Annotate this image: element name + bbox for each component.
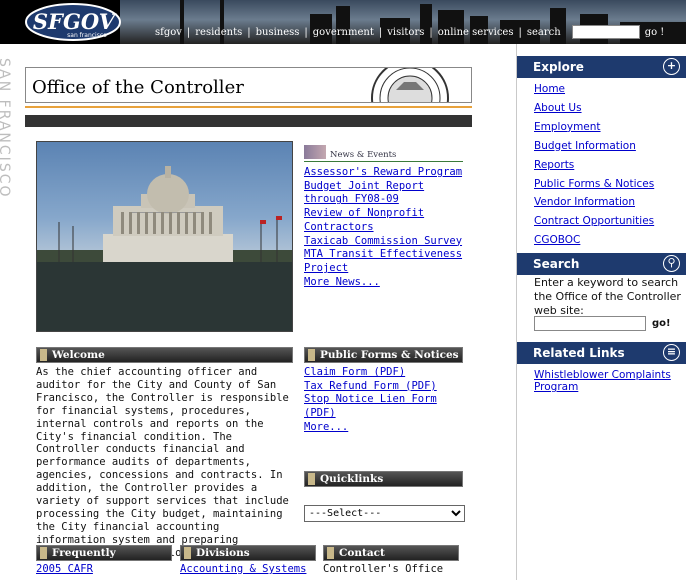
explore-link-employment[interactable]: Employment — [534, 118, 654, 137]
explore-link-cgoboc[interactable]: CGOBOC — [534, 231, 654, 250]
top-navigation: sfgov | residents | business | governmen… — [150, 24, 664, 40]
frequently-requested-heading: Frequently Requested — [36, 545, 172, 573]
division-link[interactable]: Accounting & Systems — [180, 563, 316, 577]
news-link[interactable]: Budget Joint Report through FY08-09 — [304, 180, 469, 207]
sidebar-search-input[interactable] — [534, 316, 646, 331]
page-header: Office of the Controller — [25, 67, 472, 103]
explore-link-budget-information[interactable]: Budget Information — [534, 137, 654, 156]
news-divider — [304, 161, 463, 162]
quicklinks-heading: Quicklinks — [304, 471, 463, 487]
nav-item-search[interactable]: search — [522, 27, 566, 38]
search-instructions: Enter a keyword to search the Office of … — [534, 276, 681, 317]
nav-item-residents[interactable]: residents — [190, 27, 247, 38]
top-go-button[interactable]: go ! — [645, 27, 665, 38]
explore-link-public-forms[interactable]: Public Forms & Notices — [534, 175, 654, 194]
san-francisco-vertical-text: SAN FRANCISCO — [0, 58, 12, 199]
search-heading: Search ⚲ — [517, 253, 686, 275]
frequently-requested-list: 2005 CAFR — [36, 563, 172, 577]
explore-list: Home About Us Employment Budget Informat… — [534, 80, 654, 250]
explore-link-about-us[interactable]: About Us — [534, 99, 654, 118]
nav-item-government[interactable]: government — [308, 27, 379, 38]
page-title: Office of the Controller — [32, 77, 244, 98]
news-link[interactable]: Review of Nonprofit Contractors — [304, 207, 469, 234]
news-header-image — [304, 145, 326, 159]
news-link[interactable]: Taxicab Commission Survey — [304, 235, 469, 249]
top-banner: SFGOV san francisco sfgov | residents | … — [0, 0, 686, 44]
public-forms-list: Claim Form (PDF) Tax Refund Form (PDF) S… — [304, 366, 469, 435]
explore-link-reports[interactable]: Reports — [534, 156, 654, 175]
compass-icon: + — [663, 58, 680, 75]
logo-sub-text: san francisco — [67, 32, 107, 39]
quicklinks-select[interactable]: ---Select--- — [304, 505, 465, 522]
list-icon: ≡ — [663, 344, 680, 361]
search-heading-label: Search — [533, 257, 580, 271]
related-links-heading-label: Related Links — [533, 346, 625, 360]
related-links-list: Whistleblower Complaints Program — [534, 369, 679, 393]
welcome-heading: Welcome — [36, 347, 293, 363]
stop-notice-lien-form-link[interactable]: Stop Notice Lien Form (PDF) — [304, 393, 469, 420]
contact-heading: Contact — [323, 545, 459, 561]
explore-link-vendor-information[interactable]: Vendor Information — [534, 193, 654, 212]
magnifier-icon: ⚲ — [663, 255, 680, 272]
claim-form-link[interactable]: Claim Form (PDF) — [304, 366, 469, 380]
contact-text: Controller's Office — [323, 563, 463, 577]
nav-item-business[interactable]: business — [251, 27, 305, 38]
header-underline — [25, 106, 472, 108]
nav-item-visitors[interactable]: visitors — [382, 27, 429, 38]
news-link[interactable]: Assessor's Reward Program — [304, 166, 469, 180]
tax-refund-form-link[interactable]: Tax Refund Form (PDF) — [304, 380, 469, 394]
divisions-list: Accounting & Systems — [180, 563, 316, 577]
frequently-requested-link[interactable]: 2005 CAFR — [36, 563, 172, 577]
welcome-text: As the chief accounting officer and audi… — [36, 366, 289, 559]
sidebar-go-button[interactable]: go! — [652, 318, 671, 329]
nav-item-sfgov[interactable]: sfgov — [150, 27, 187, 38]
top-search-input[interactable] — [571, 25, 640, 39]
news-heading: News & Events — [330, 150, 397, 160]
more-news-link[interactable]: More News... — [304, 276, 469, 290]
whistleblower-complaints-link[interactable]: Whistleblower Complaints Program — [534, 369, 679, 393]
city-hall-photo — [36, 141, 293, 332]
public-forms-heading: Public Forms & Notices — [304, 347, 463, 363]
explore-link-home[interactable]: Home — [534, 80, 654, 99]
header-dark-bar — [25, 115, 472, 127]
city-seal-image — [371, 68, 449, 102]
nav-item-online-services[interactable]: online services — [433, 27, 519, 38]
explore-link-contract-opportunities[interactable]: Contract Opportunities — [534, 212, 654, 231]
related-links-heading: Related Links ≡ — [517, 342, 686, 364]
news-link[interactable]: MTA Transit Effectiveness Project — [304, 248, 469, 275]
divisions-heading: Divisions — [180, 545, 316, 561]
explore-heading: Explore + — [517, 56, 686, 78]
more-forms-link[interactable]: More... — [304, 421, 469, 435]
news-list: Assessor's Reward Program Budget Joint R… — [304, 166, 469, 289]
logo-main-text: SFGOV — [33, 9, 118, 34]
contact-line: Controller's Office — [323, 563, 444, 575]
sfgov-logo[interactable]: SFGOV san francisco — [25, 3, 125, 41]
explore-heading-label: Explore — [533, 60, 584, 74]
